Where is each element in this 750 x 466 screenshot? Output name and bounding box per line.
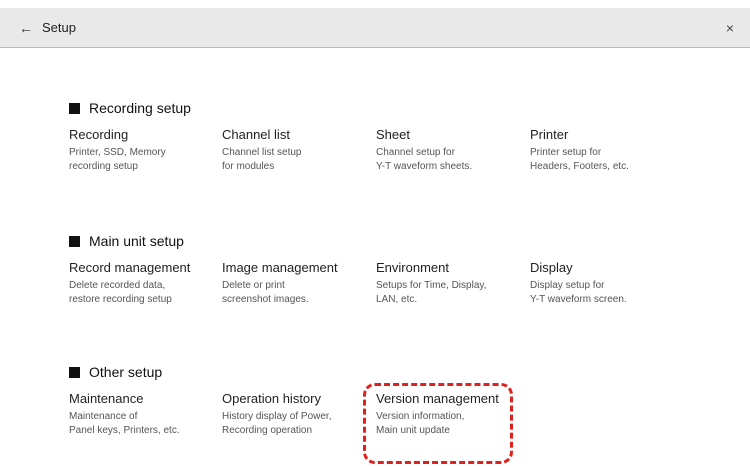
item-environment[interactable]: Environment Setups for Time, Display, LA… bbox=[376, 260, 526, 307]
square-bullet-icon bbox=[69, 235, 80, 247]
item-description: Version information, Main unit update bbox=[376, 411, 465, 436]
item-image-management[interactable]: Image management Delete or print screens… bbox=[222, 260, 372, 307]
square-bullet-icon bbox=[69, 102, 80, 114]
item-printer[interactable]: Printer Printer setup for Headers, Foote… bbox=[530, 127, 680, 174]
item-title: Operation history bbox=[222, 391, 321, 406]
item-description: Setups for Time, Display, LAN, etc. bbox=[376, 280, 487, 305]
item-version-management[interactable]: Version management Version information, … bbox=[376, 391, 526, 438]
item-title: Record management bbox=[69, 260, 191, 275]
section-items: Record management Delete recorded data, … bbox=[69, 260, 709, 320]
item-maintenance[interactable]: Maintenance Maintenance of Panel keys, P… bbox=[69, 391, 219, 438]
item-description: Printer, SSD, Memory recording setup bbox=[69, 147, 166, 172]
item-record-management[interactable]: Record management Delete recorded data, … bbox=[69, 260, 219, 307]
item-sheet[interactable]: Sheet Channel setup for Y-T waveform she… bbox=[376, 127, 526, 174]
back-arrow-icon[interactable]: ← bbox=[14, 16, 38, 40]
item-description: Printer setup for Headers, Footers, etc. bbox=[530, 147, 629, 172]
item-display[interactable]: Display Display setup for Y-T waveform s… bbox=[530, 260, 680, 307]
item-title: Environment bbox=[376, 260, 449, 275]
item-description: History display of Power, Recording oper… bbox=[222, 411, 332, 436]
item-title: Printer bbox=[530, 127, 569, 142]
square-bullet-icon bbox=[69, 366, 80, 378]
close-icon[interactable]: × bbox=[718, 16, 742, 40]
section-items: Recording Printer, SSD, Memory recording… bbox=[69, 127, 709, 187]
page-title: Setup bbox=[42, 20, 76, 35]
item-title: Version management bbox=[376, 391, 499, 406]
item-description: Channel list setup for modules bbox=[222, 147, 302, 172]
item-description: Channel setup for Y-T waveform sheets. bbox=[376, 147, 473, 172]
item-operation-history[interactable]: Operation history History display of Pow… bbox=[222, 391, 372, 438]
section-header: Main unit setup bbox=[69, 231, 709, 251]
item-channel-list[interactable]: Channel list Channel list setup for modu… bbox=[222, 127, 372, 174]
item-description: Delete or print screenshot images. bbox=[222, 280, 309, 305]
section-main-unit-setup: Main unit setup Record management Delete… bbox=[69, 231, 709, 305]
item-description: Delete recorded data, restore recording … bbox=[69, 280, 172, 305]
item-title: Channel list bbox=[222, 127, 290, 142]
item-title: Display bbox=[530, 260, 573, 275]
item-title: Recording bbox=[69, 127, 129, 142]
section-other-setup: Other setup Maintenance Maintenance of P… bbox=[69, 362, 709, 436]
section-header: Other setup bbox=[69, 362, 709, 382]
item-recording[interactable]: Recording Printer, SSD, Memory recording… bbox=[69, 127, 219, 174]
section-items: Maintenance Maintenance of Panel keys, P… bbox=[69, 391, 709, 451]
section-title: Main unit setup bbox=[89, 233, 184, 249]
item-title: Maintenance bbox=[69, 391, 144, 406]
section-title: Recording setup bbox=[89, 100, 191, 116]
item-title: Image management bbox=[222, 260, 338, 275]
item-title: Sheet bbox=[376, 127, 410, 142]
section-recording-setup: Recording setup Recording Printer, SSD, … bbox=[69, 98, 709, 172]
section-title: Other setup bbox=[89, 364, 163, 380]
section-header: Recording setup bbox=[69, 98, 709, 118]
header-bar: ← Setup × bbox=[0, 8, 750, 48]
item-description: Display setup for Y-T waveform screen. bbox=[530, 280, 627, 305]
item-description: Maintenance of Panel keys, Printers, etc… bbox=[69, 411, 180, 436]
